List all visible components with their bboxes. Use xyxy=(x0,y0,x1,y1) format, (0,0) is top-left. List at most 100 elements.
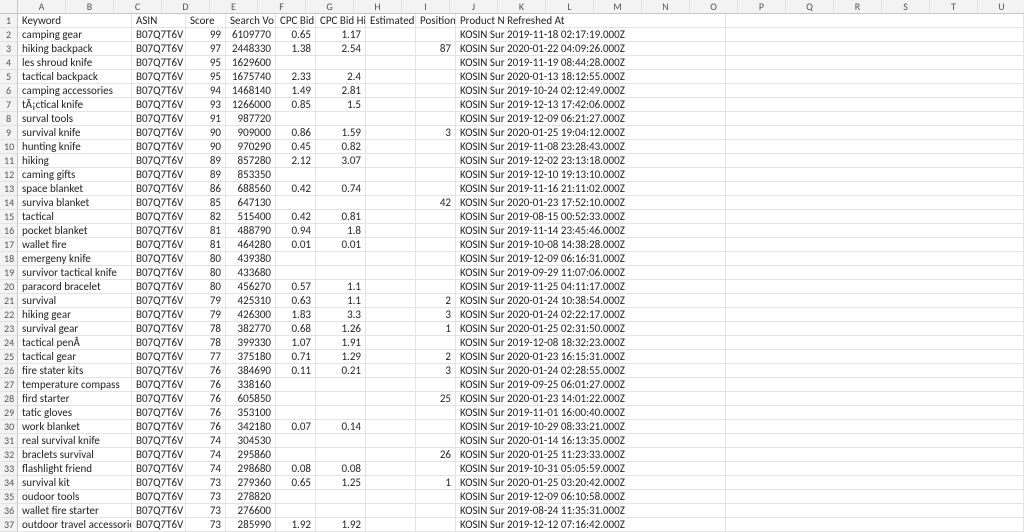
row-number[interactable]: 35 xyxy=(0,490,18,504)
cell[interactable] xyxy=(316,392,366,406)
header-cell[interactable]: Estimated xyxy=(366,14,416,28)
cell[interactable]: KOSIN Sur 2019-12-10 19:13:10.000Z xyxy=(456,168,726,182)
cell[interactable] xyxy=(416,56,456,70)
row-number[interactable]: 24 xyxy=(0,336,18,350)
cell[interactable]: 0.42 xyxy=(276,182,316,196)
cell[interactable] xyxy=(416,140,456,154)
cell[interactable] xyxy=(416,70,456,84)
cell[interactable]: 3.07 xyxy=(316,154,366,168)
cell[interactable]: survival kit xyxy=(18,476,132,490)
col-letter[interactable]: K xyxy=(498,0,546,14)
cell[interactable] xyxy=(366,210,416,224)
cell[interactable]: 2.33 xyxy=(276,70,316,84)
col-letter[interactable]: B xyxy=(66,0,114,14)
cell[interactable] xyxy=(726,364,1024,378)
cell[interactable] xyxy=(726,420,1024,434)
cell[interactable]: B07Q7T6V xyxy=(132,294,186,308)
row-number[interactable]: 2 xyxy=(0,28,18,42)
cell[interactable]: 2.4 xyxy=(316,70,366,84)
cell[interactable]: B07Q7T6V xyxy=(132,406,186,420)
cell[interactable]: 78 xyxy=(186,322,226,336)
cell[interactable]: 2 xyxy=(416,294,456,308)
cell[interactable]: 285990 xyxy=(226,518,276,532)
cell[interactable]: KOSIN Sur 2020-01-25 11:23:33.000Z xyxy=(456,448,726,462)
cell[interactable]: 304530 xyxy=(226,434,276,448)
cell[interactable] xyxy=(726,56,1024,70)
cell[interactable] xyxy=(416,462,456,476)
cell[interactable]: 2.81 xyxy=(316,84,366,98)
cell[interactable]: 91 xyxy=(186,112,226,126)
cell[interactable]: 399330 xyxy=(226,336,276,350)
row-number[interactable]: 26 xyxy=(0,364,18,378)
cell[interactable]: braclets survival xyxy=(18,448,132,462)
cell[interactable]: wallet fire xyxy=(18,238,132,252)
cell[interactable]: 89 xyxy=(186,168,226,182)
cell[interactable]: B07Q7T6V xyxy=(132,42,186,56)
cell[interactable]: 26 xyxy=(416,448,456,462)
cell[interactable]: 79 xyxy=(186,308,226,322)
row-number[interactable]: 14 xyxy=(0,196,18,210)
cell[interactable]: 87 xyxy=(416,42,456,56)
cell[interactable]: 1.17 xyxy=(316,28,366,42)
cell[interactable] xyxy=(726,322,1024,336)
cell[interactable]: 3.3 xyxy=(316,308,366,322)
cell[interactable]: hiking backpack xyxy=(18,42,132,56)
row-number[interactable]: 20 xyxy=(0,280,18,294)
header-cell[interactable]: ASIN xyxy=(132,14,186,28)
cell[interactable]: 74 xyxy=(186,434,226,448)
cell[interactable]: 76 xyxy=(186,378,226,392)
cell[interactable]: 1.92 xyxy=(276,518,316,532)
cell[interactable] xyxy=(366,168,416,182)
cell[interactable]: 90 xyxy=(186,140,226,154)
row-number[interactable]: 29 xyxy=(0,406,18,420)
cell[interactable] xyxy=(276,112,316,126)
cell[interactable]: temperature compass xyxy=(18,378,132,392)
cell[interactable]: tÃ¡ctical knife xyxy=(18,98,132,112)
cell[interactable]: 1.8 xyxy=(316,224,366,238)
cell[interactable] xyxy=(366,378,416,392)
header-cell[interactable]: Product N Refreshed At xyxy=(456,14,726,28)
row-number[interactable]: 34 xyxy=(0,476,18,490)
cell[interactable]: KOSIN Sur 2019-12-09 06:21:27.000Z xyxy=(456,112,726,126)
cell[interactable] xyxy=(366,140,416,154)
header-cell[interactable]: CPC Bid Hi xyxy=(316,14,366,28)
cell[interactable]: B07Q7T6V xyxy=(132,224,186,238)
header-cell[interactable]: CPC Bid Lo xyxy=(276,14,316,28)
row-number[interactable]: 28 xyxy=(0,392,18,406)
cell[interactable]: 0.45 xyxy=(276,140,316,154)
cell[interactable] xyxy=(726,126,1024,140)
cell[interactable]: 76 xyxy=(186,406,226,420)
cell[interactable]: 0.14 xyxy=(316,420,366,434)
row-number[interactable]: 7 xyxy=(0,98,18,112)
cell[interactable]: KOSIN Sur 2019-12-13 17:42:06.000Z xyxy=(456,98,726,112)
cell[interactable] xyxy=(416,518,456,532)
cell[interactable]: camping accessories xyxy=(18,84,132,98)
cell[interactable]: 2448330 xyxy=(226,42,276,56)
cell[interactable] xyxy=(726,406,1024,420)
cell[interactable]: 1.59 xyxy=(316,126,366,140)
col-letter[interactable]: J xyxy=(450,0,498,14)
row-number[interactable]: 22 xyxy=(0,308,18,322)
cell[interactable]: 79 xyxy=(186,294,226,308)
cell[interactable] xyxy=(416,434,456,448)
cell[interactable] xyxy=(276,504,316,518)
cell[interactable] xyxy=(316,168,366,182)
cell[interactable]: 97 xyxy=(186,42,226,56)
cell[interactable] xyxy=(726,182,1024,196)
cell[interactable]: KOSIN Sur 2020-01-22 04:09:26.000Z xyxy=(456,42,726,56)
cell[interactable] xyxy=(726,336,1024,350)
cell[interactable] xyxy=(366,84,416,98)
cell[interactable] xyxy=(726,294,1024,308)
cell[interactable]: 0.07 xyxy=(276,420,316,434)
row-number[interactable]: 9 xyxy=(0,126,18,140)
cell[interactable]: 375180 xyxy=(226,350,276,364)
cell[interactable]: 279360 xyxy=(226,476,276,490)
cell[interactable] xyxy=(366,364,416,378)
cell[interactable] xyxy=(276,266,316,280)
cell[interactable]: 1.25 xyxy=(316,476,366,490)
cell[interactable]: 456270 xyxy=(226,280,276,294)
cell[interactable]: KOSIN Sur 2019-09-25 06:01:27.000Z xyxy=(456,378,726,392)
cell[interactable] xyxy=(416,490,456,504)
cell[interactable]: 1468140 xyxy=(226,84,276,98)
cell[interactable] xyxy=(276,196,316,210)
